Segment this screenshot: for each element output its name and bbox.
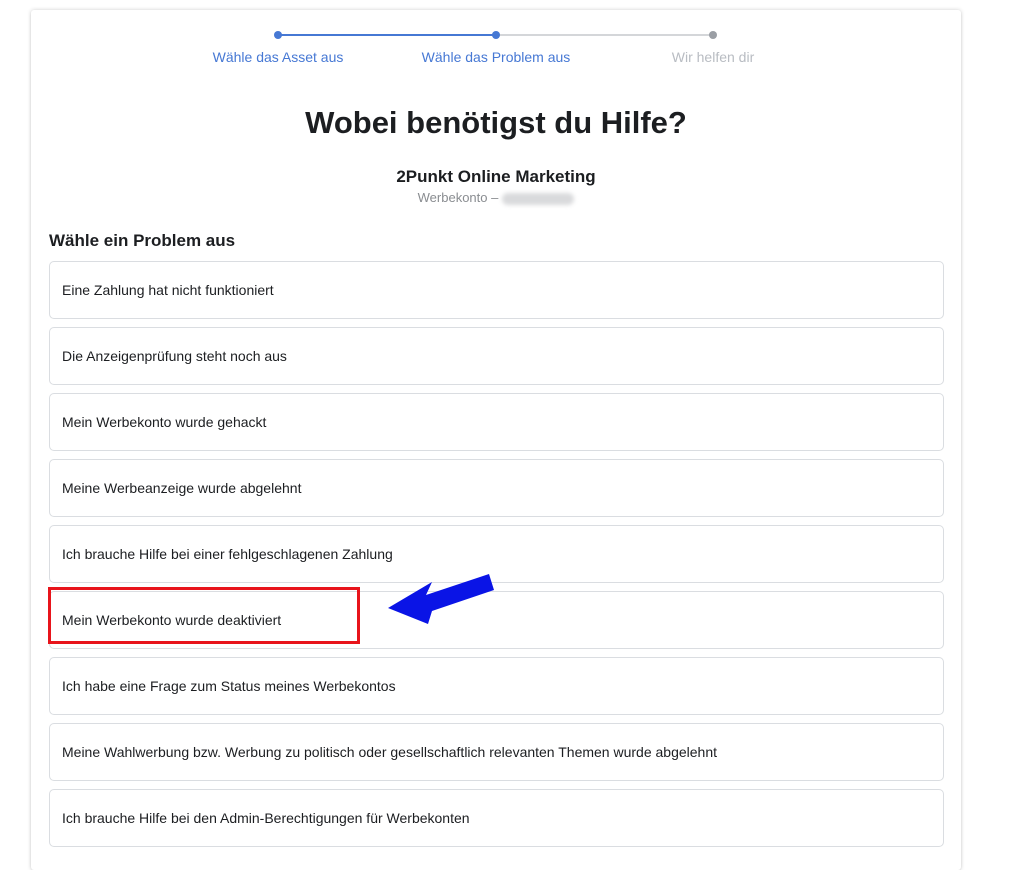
problem-option-failed-payment-help[interactable]: Ich brauche Hilfe bei einer fehlgeschlag… [49, 525, 944, 583]
step-dot-2 [492, 31, 500, 39]
step-line-pending [496, 34, 713, 36]
step-dot-1 [274, 31, 282, 39]
step-label-problem: Wähle das Problem aus [421, 49, 571, 65]
asset-name: 2Punkt Online Marketing [396, 167, 596, 186]
asset-type-label: Werbekonto – [417, 190, 499, 205]
annotation-arrow-icon [388, 574, 494, 624]
problem-list: Eine Zahlung hat nicht funktioniert Die … [49, 261, 944, 855]
step-label-asset[interactable]: Wähle das Asset aus [213, 49, 344, 65]
progress-stepper: Wähle das Asset aus Wähle das Problem au… [31, 10, 961, 80]
problem-option-ad-rejected[interactable]: Meine Werbeanzeige wurde abgelehnt [49, 459, 944, 517]
redacted-account-id [502, 192, 575, 205]
step-label-help: Wir helfen dir [671, 49, 755, 65]
problem-option-payment-failed[interactable]: Eine Zahlung hat nicht funktioniert [49, 261, 944, 319]
problem-option-account-disabled[interactable]: Mein Werbekonto wurde deaktiviert [49, 591, 944, 649]
problem-section-heading: Wähle ein Problem aus [49, 231, 236, 250]
page-title: Wobei benötigst du Hilfe? [305, 105, 687, 140]
problem-option-account-hacked[interactable]: Mein Werbekonto wurde gehackt [49, 393, 944, 451]
problem-option-admin-permissions[interactable]: Ich brauche Hilfe bei den Admin-Berechti… [49, 789, 944, 847]
problem-option-account-status-question[interactable]: Ich habe eine Frage zum Status meines We… [49, 657, 944, 715]
help-card: Wähle das Asset aus Wähle das Problem au… [31, 10, 961, 870]
problem-option-ad-review-pending[interactable]: Die Anzeigenprüfung steht noch aus [49, 327, 944, 385]
step-dot-3 [709, 31, 717, 39]
step-line-completed [278, 34, 496, 36]
problem-option-political-ad-rejected[interactable]: Meine Wahlwerbung bzw. Werbung zu politi… [49, 723, 944, 781]
asset-subtitle: Werbekonto – [31, 190, 961, 205]
annotation-arrow-shape [388, 574, 494, 624]
